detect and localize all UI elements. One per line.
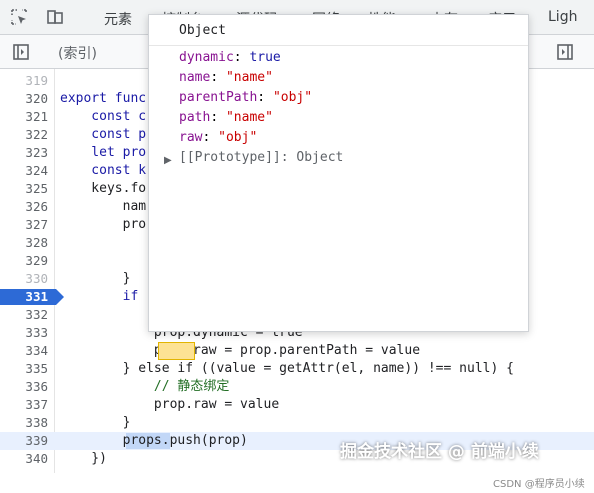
line-text: prop.raw = prop.parentPath = value	[60, 343, 421, 358]
hover-highlight	[158, 342, 195, 360]
line-number[interactable]: 326	[0, 198, 48, 216]
footer-credit: CSDN @程序员小续	[493, 479, 585, 490]
line-number[interactable]: 327	[0, 216, 48, 234]
object-property[interactable]: dynamic: true	[179, 49, 281, 67]
property-value: "name"	[225, 110, 273, 125]
object-property[interactable]: path: "name"	[179, 109, 273, 127]
line-number[interactable]: 340	[0, 450, 48, 468]
line-text: } else if ((value = getAttr(el, name)) !…	[60, 361, 514, 376]
tab-lighthouse[interactable]: Ligh	[548, 9, 577, 25]
property-key: path	[179, 110, 211, 125]
line-number[interactable]: 322	[0, 126, 48, 144]
line-number[interactable]: 325	[0, 180, 48, 198]
tab-elements[interactable]: 元素	[104, 9, 132, 29]
line-text: props.push(prop)	[60, 433, 248, 448]
line-text: prop.raw = value	[60, 397, 280, 412]
line-text: const p	[60, 127, 147, 142]
line-number[interactable]: 324	[0, 162, 48, 180]
property-value: "name"	[225, 70, 273, 85]
line-number[interactable]: 331	[0, 288, 48, 306]
line-number[interactable]: 333	[0, 324, 48, 342]
popover-header: Object	[149, 15, 528, 46]
toggle-debugger-icon[interactable]	[556, 43, 574, 61]
expand-triangle-icon[interactable]: ▶	[164, 155, 172, 166]
inspect-element-icon[interactable]	[10, 8, 28, 26]
toggle-navigator-icon[interactable]	[12, 43, 30, 61]
code-line[interactable]: 336 // 静态绑定	[0, 378, 594, 396]
line-number[interactable]: 332	[0, 306, 48, 324]
object-property[interactable]: parentPath: "obj"	[179, 89, 312, 107]
line-number[interactable]: 323	[0, 144, 48, 162]
property-value: "obj"	[218, 130, 258, 145]
popover-title[interactable]: Object	[179, 23, 226, 38]
line-text: // 静态绑定	[60, 379, 230, 394]
line-number[interactable]: 321	[0, 108, 48, 126]
line-text: pro	[60, 217, 147, 232]
object-property[interactable]: raw: "obj"	[179, 129, 257, 147]
property-key: name	[179, 70, 211, 85]
line-number[interactable]: 339	[0, 432, 48, 450]
line-number[interactable]: 330	[0, 270, 48, 288]
line-text: }	[60, 415, 131, 430]
property-key: parentPath	[179, 90, 258, 105]
watermark: 掘金技术社区 @ 前端小续	[340, 442, 539, 462]
code-line[interactable]: 337 prop.raw = value	[0, 396, 594, 414]
property-value: true	[249, 50, 281, 65]
line-number[interactable]: 328	[0, 234, 48, 252]
line-number[interactable]: 338	[0, 414, 48, 432]
line-number[interactable]: 334	[0, 342, 48, 360]
line-text: keys.fo	[60, 181, 147, 196]
line-text: export func	[60, 91, 147, 106]
property-key: raw	[179, 130, 203, 145]
line-number[interactable]: 336	[0, 378, 48, 396]
line-number[interactable]: 319	[0, 72, 48, 90]
line-number[interactable]: 329	[0, 252, 48, 270]
line-number[interactable]: 337	[0, 396, 48, 414]
device-toolbar-icon[interactable]	[46, 8, 64, 26]
code-line[interactable]: 335 } else if ((value = getAttr(el, name…	[0, 360, 594, 378]
line-text: const c	[60, 109, 147, 124]
object-preview-popover[interactable]: Object dynamic: true name: "name" parent…	[148, 14, 529, 332]
line-text: let pro	[60, 145, 147, 160]
line-text: if	[60, 289, 139, 304]
line-text: nam	[60, 199, 147, 214]
file-tab-index[interactable]: (索引)	[58, 43, 97, 63]
line-text: })	[60, 451, 107, 466]
property-key: dynamic	[179, 50, 234, 65]
line-number[interactable]: 335	[0, 360, 48, 378]
object-property[interactable]: name: "name"	[179, 69, 273, 87]
line-text: const k	[60, 163, 147, 178]
line-text: }	[60, 271, 131, 286]
line-number[interactable]: 320	[0, 90, 48, 108]
property-value: "obj"	[272, 90, 313, 105]
code-line[interactable]: 334 prop.raw = prop.parentPath = value	[0, 342, 594, 360]
code-line[interactable]: 338 }	[0, 414, 594, 432]
prototype-entry[interactable]: [[Prototype]]: Object	[179, 149, 343, 167]
